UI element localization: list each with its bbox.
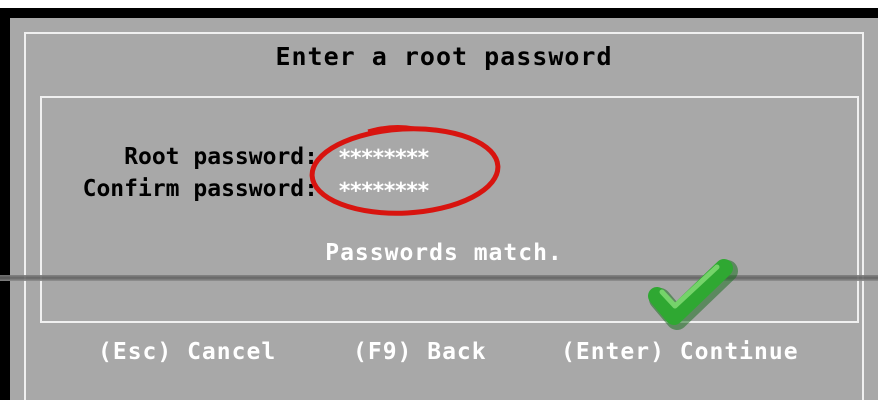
dialog-title: Enter a root password: [275, 42, 613, 71]
passwords-match-status: Passwords match.: [325, 240, 563, 266]
password-fields-box: [40, 96, 859, 323]
continue-button[interactable]: (Enter) Continue: [561, 339, 799, 365]
window-edge-top: [0, 8, 878, 18]
cancel-button[interactable]: (Esc) Cancel: [98, 339, 276, 365]
window-edge-left: [0, 8, 10, 400]
root-password-field[interactable]: ********: [338, 146, 430, 171]
root-password-dialog: Enter a root password Root password: ***…: [10, 18, 878, 400]
confirm-password-field[interactable]: ********: [338, 179, 430, 204]
image-seam-divider: [0, 275, 878, 281]
back-button[interactable]: (F9) Back: [353, 339, 487, 365]
confirm-password-label: Confirm password:: [82, 176, 318, 202]
root-password-label: Root password:: [124, 144, 318, 170]
screenshot-stage: Enter a root password Root password: ***…: [0, 0, 878, 400]
